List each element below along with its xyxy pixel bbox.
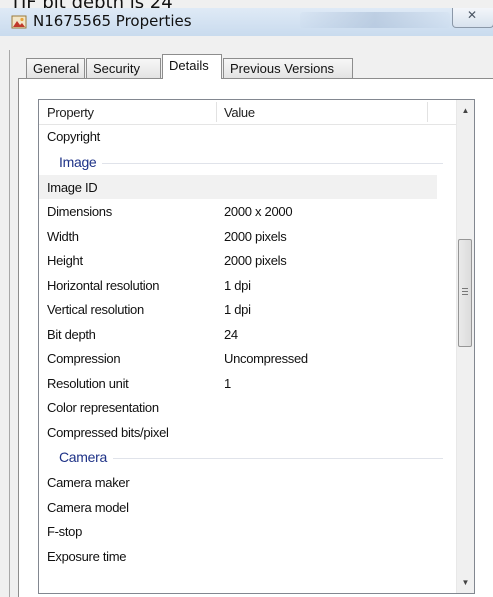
property-value: 2000 pixels [224, 253, 287, 268]
group-header-camera: Camera [39, 444, 457, 470]
list-item[interactable]: Color representation [39, 395, 457, 420]
property-name: Color representation [47, 400, 159, 415]
list-item[interactable]: Compression Uncompressed [39, 346, 457, 371]
property-name: Bit depth [47, 326, 96, 342]
property-name: F-stop [47, 524, 83, 539]
property-name: Height [47, 253, 83, 268]
property-name: Image ID [47, 179, 98, 195]
list-item[interactable]: Image ID [39, 174, 437, 199]
property-name: Compressed bits/pixel [47, 424, 169, 440]
property-value: 1 dpi [224, 277, 251, 293]
property-name: Camera model [47, 499, 129, 515]
column-header-property[interactable]: Property [39, 100, 215, 124]
close-icon: ✕ [467, 8, 478, 22]
property-name: Dimensions [47, 204, 112, 219]
property-name: Width [47, 228, 79, 244]
property-name: Vertical resolution [47, 302, 144, 317]
property-value: 24 [224, 326, 238, 342]
title-bar-background [300, 12, 450, 28]
column-separator[interactable] [427, 102, 428, 122]
list-item[interactable]: Height 2000 pixels [39, 248, 457, 273]
group-divider [59, 458, 443, 459]
details-list[interactable]: Property Value Copyright Image Image ID … [38, 99, 475, 594]
title-bar[interactable]: N1675565 Properties ✕ [0, 8, 493, 36]
details-panel: Property Value Copyright Image Image ID … [18, 78, 493, 597]
tab-general[interactable]: General [26, 58, 85, 78]
property-rows: Copyright Image Image ID Dimensions 2000… [39, 124, 457, 568]
list-item[interactable]: Camera maker [39, 470, 457, 495]
property-name: Resolution unit [47, 375, 129, 391]
grip-icon [462, 288, 468, 295]
property-name: Compression [47, 351, 121, 366]
group-label: Camera [59, 449, 113, 465]
property-name: Camera maker [47, 475, 130, 490]
window-left-edge [9, 50, 10, 597]
list-item[interactable]: Vertical resolution 1 dpi [39, 297, 457, 322]
property-value: 1 dpi [224, 302, 251, 317]
list-item[interactable]: Copyright [39, 124, 457, 149]
image-file-icon [11, 15, 27, 29]
close-button[interactable]: ✕ [452, 8, 493, 28]
property-value: 2000 x 2000 [224, 204, 293, 219]
list-item[interactable]: Bit depth 24 [39, 322, 457, 347]
group-header-image: Image [39, 149, 457, 175]
group-divider [59, 162, 443, 164]
scroll-up-arrow-icon[interactable]: ▲ [457, 102, 474, 119]
list-item[interactable]: Horizontal resolution 1 dpi [39, 273, 457, 298]
vertical-scrollbar[interactable]: ▲ ▼ [456, 100, 474, 593]
group-label: Image [59, 153, 103, 170]
dialog-body: General Security Details Previous Versio… [0, 36, 493, 597]
window-title: N1675565 Properties [33, 12, 192, 30]
list-item[interactable]: F-stop [39, 519, 457, 544]
property-value: 2000 pixels [224, 228, 287, 244]
property-value: 1 [224, 375, 231, 391]
property-value: Uncompressed [224, 351, 308, 366]
list-header: Property Value [39, 100, 457, 125]
properties-window: TIF bit depth is 24 N1675565 Properties … [0, 0, 493, 597]
list-item[interactable]: Width 2000 pixels [39, 224, 457, 249]
list-item[interactable]: Exposure time [39, 544, 457, 569]
tab-security[interactable]: Security [86, 58, 161, 78]
list-item[interactable]: Compressed bits/pixel [39, 420, 457, 445]
tab-previous-versions[interactable]: Previous Versions [223, 58, 353, 78]
list-item[interactable]: Resolution unit 1 [39, 371, 457, 396]
property-name: Copyright [47, 129, 100, 144]
column-header-value[interactable]: Value [216, 100, 426, 124]
scroll-thumb[interactable] [458, 239, 472, 347]
property-name: Horizontal resolution [47, 277, 160, 293]
list-item[interactable]: Camera model [39, 495, 457, 520]
property-name: Exposure time [47, 548, 127, 564]
scroll-down-arrow-icon[interactable]: ▼ [457, 574, 474, 591]
tab-details[interactable]: Details [162, 54, 222, 79]
list-item[interactable]: Dimensions 2000 x 2000 [39, 199, 457, 224]
